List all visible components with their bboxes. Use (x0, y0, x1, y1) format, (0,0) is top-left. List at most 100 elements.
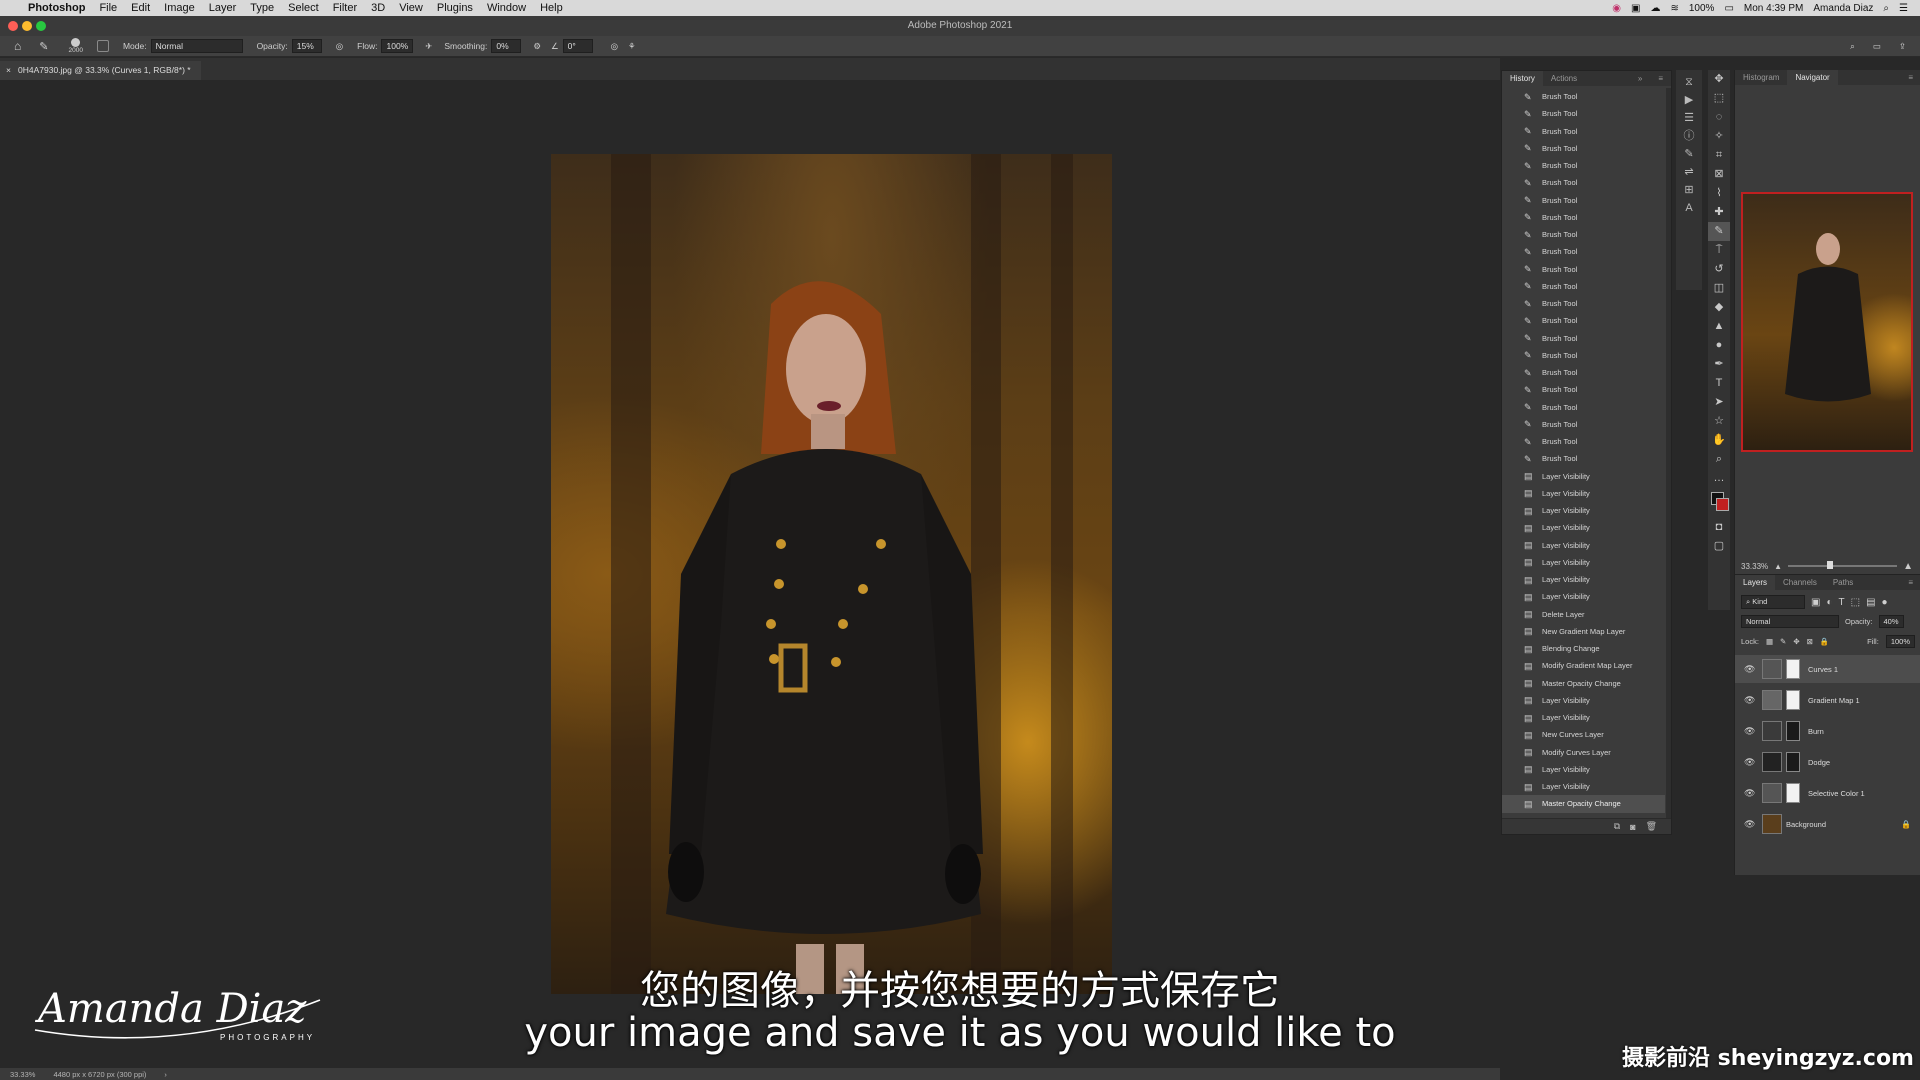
menu-3d[interactable]: 3D (371, 2, 385, 14)
type-tool-icon[interactable]: T (1708, 374, 1730, 393)
filter-pixel-icon[interactable]: ▣ (1811, 597, 1820, 608)
panel-actions-play-icon[interactable]: ▶ (1682, 94, 1696, 106)
history-item[interactable]: ✎ Brush Tool (1502, 330, 1665, 347)
history-item[interactable]: ✎ Brush Tool (1502, 364, 1665, 381)
pen-tool-icon[interactable]: ✒ (1708, 355, 1730, 374)
tab-channels[interactable]: Channels (1775, 575, 1825, 590)
screen-mode-icon[interactable]: ▢ (1708, 537, 1730, 556)
brush-preset-picker[interactable]: 2000 (68, 38, 83, 54)
collapse-panel-icon[interactable]: » (1630, 71, 1650, 86)
layer-row[interactable]: 👁 Curves 1 (1735, 655, 1920, 683)
layer-thumbnail[interactable] (1762, 783, 1782, 803)
filter-type-icon[interactable]: T (1839, 597, 1845, 608)
minimize-window-button[interactable] (22, 21, 32, 31)
clone-stamp-tool-icon[interactable]: ⍑ (1708, 241, 1730, 260)
navigator-menu-icon[interactable]: ≡ (1900, 70, 1920, 85)
filter-shape-icon[interactable]: ⬚ (1851, 597, 1860, 608)
search-tool-icon[interactable]: ⌕ (1850, 41, 1855, 52)
history-item[interactable]: ✎ Brush Tool (1502, 174, 1665, 191)
navigator-zoom-slider[interactable] (1788, 561, 1898, 569)
zoom-tool-icon[interactable]: ⌕ (1708, 450, 1730, 469)
layer-opacity-field[interactable]: 40% (1878, 615, 1904, 628)
smoothing-settings-gear-icon[interactable]: ⚙ (533, 41, 541, 52)
user-name[interactable]: Amanda Diaz (1813, 3, 1873, 14)
history-item[interactable]: ✎ Brush Tool (1502, 450, 1665, 467)
layer-visibility-eye-icon[interactable]: 👁 (1744, 664, 1755, 675)
history-item[interactable]: ✎ Brush Tool (1502, 278, 1665, 295)
menu-select[interactable]: Select (288, 2, 319, 14)
layer-mask-thumbnail[interactable] (1786, 783, 1800, 803)
snapshot-camera-icon[interactable]: ◙ (1630, 822, 1635, 832)
lock-pixels-icon[interactable]: ✎ (1780, 637, 1786, 646)
menu-layer[interactable]: Layer (209, 2, 237, 14)
history-item[interactable]: ▤ Layer Visibility (1502, 588, 1665, 605)
tab-navigator[interactable]: Navigator (1787, 70, 1838, 85)
history-item[interactable]: ▤ Layer Visibility (1502, 761, 1665, 778)
layer-row[interactable]: 👁 Gradient Map 1 (1735, 686, 1920, 714)
layer-row[interactable]: 👁 Selective Color 1 (1735, 779, 1920, 807)
layer-thumbnail[interactable] (1762, 752, 1782, 772)
panel-clone-source-icon[interactable]: ⊞ (1682, 184, 1696, 196)
history-item[interactable]: ▤ Blending Change (1502, 640, 1665, 657)
layer-row[interactable]: 👁 Background 🔒 (1735, 810, 1920, 838)
status-zoom[interactable]: 33.33% (10, 1070, 35, 1079)
navigator-zoom-value[interactable]: 33.33% (1741, 562, 1768, 571)
zoom-out-icon[interactable]: ▲ (1774, 562, 1782, 571)
document-image[interactable] (551, 154, 1112, 994)
tab-history[interactable]: History (1502, 71, 1543, 86)
zoom-in-icon[interactable]: ▲ (1903, 561, 1913, 572)
panel-info-icon[interactable]: ⓘ (1682, 130, 1696, 142)
menu-edit[interactable]: Edit (131, 2, 150, 14)
layer-mask-thumbnail[interactable] (1786, 690, 1800, 710)
hand-tool-icon[interactable]: ✋ (1708, 431, 1730, 450)
history-item[interactable]: ✎ Brush Tool (1502, 312, 1665, 329)
history-item[interactable]: ▤ Layer Visibility (1502, 709, 1665, 726)
mode-dropdown[interactable]: Normal (150, 39, 243, 53)
battery-icon[interactable]: ▭ (1724, 3, 1733, 14)
share-icon[interactable]: ⇪ (1899, 41, 1906, 52)
marquee-tool-icon[interactable]: ⬚ (1708, 89, 1730, 108)
tab-layers[interactable]: Layers (1735, 575, 1776, 590)
tab-paths[interactable]: Paths (1825, 575, 1861, 590)
quick-mask-icon[interactable]: ◘ (1708, 518, 1730, 537)
zoom-window-button[interactable] (36, 21, 46, 31)
more-tools-icon[interactable]: … (1708, 469, 1730, 488)
menu-view[interactable]: View (399, 2, 423, 14)
opacity-field[interactable]: 15% (291, 39, 322, 53)
history-item[interactable]: ✎ Brush Tool (1502, 243, 1665, 260)
history-item[interactable]: ▤ Layer Visibility (1502, 468, 1665, 485)
menu-filter[interactable]: Filter (333, 2, 357, 14)
panel-adjustments-icon[interactable]: ☰ (1682, 112, 1696, 124)
menu-window[interactable]: Window (487, 2, 526, 14)
history-item[interactable]: ▤ New Gradient Map Layer (1502, 623, 1665, 640)
layer-visibility-eye-icon[interactable]: 👁 (1744, 788, 1755, 799)
pressure-opacity-icon[interactable]: ◎ (336, 41, 343, 52)
layer-visibility-eye-icon[interactable]: 👁 (1744, 757, 1755, 768)
smoothing-field[interactable]: 0% (491, 39, 522, 53)
control-center-icon[interactable]: ☰ (1899, 3, 1908, 14)
menu-type[interactable]: Type (250, 2, 274, 14)
history-item[interactable]: ✎ Brush Tool (1502, 123, 1665, 140)
history-item[interactable]: ✎ Brush Tool (1502, 261, 1665, 278)
brush-tool-active-icon[interactable]: ✎ (1708, 222, 1730, 241)
layer-mask-thumbnail[interactable] (1786, 659, 1800, 679)
cloud-icon[interactable]: ☁ (1650, 3, 1660, 14)
layer-thumbnail[interactable] (1762, 659, 1782, 679)
menu-help[interactable]: Help (540, 2, 563, 14)
lock-all-icon[interactable]: 🔒 (1820, 637, 1829, 646)
eyedropper-tool-icon[interactable]: ⌇ (1708, 184, 1730, 203)
brush-tool-icon[interactable]: ✎ (39, 40, 48, 53)
layer-row[interactable]: 👁 Burn (1735, 717, 1920, 745)
navigator-preview[interactable] (1741, 192, 1913, 452)
layer-mask-thumbnail[interactable] (1786, 721, 1800, 741)
blend-mode-dropdown[interactable]: Normal (1741, 615, 1839, 628)
menu-file[interactable]: File (99, 2, 117, 14)
workspace-icon[interactable]: ▭ (1873, 41, 1881, 52)
lock-artboard-icon[interactable]: ⊠ (1807, 637, 1813, 646)
frame-tool-icon[interactable]: ⊠ (1708, 165, 1730, 184)
close-window-button[interactable] (8, 21, 18, 31)
filter-toggle-icon[interactable]: ● (1882, 597, 1888, 608)
new-document-from-state-icon[interactable]: ⧉ (1614, 821, 1620, 832)
panel-brush-settings-icon[interactable]: ✎ (1682, 148, 1696, 160)
screen-icon[interactable]: ▣ (1631, 3, 1640, 14)
